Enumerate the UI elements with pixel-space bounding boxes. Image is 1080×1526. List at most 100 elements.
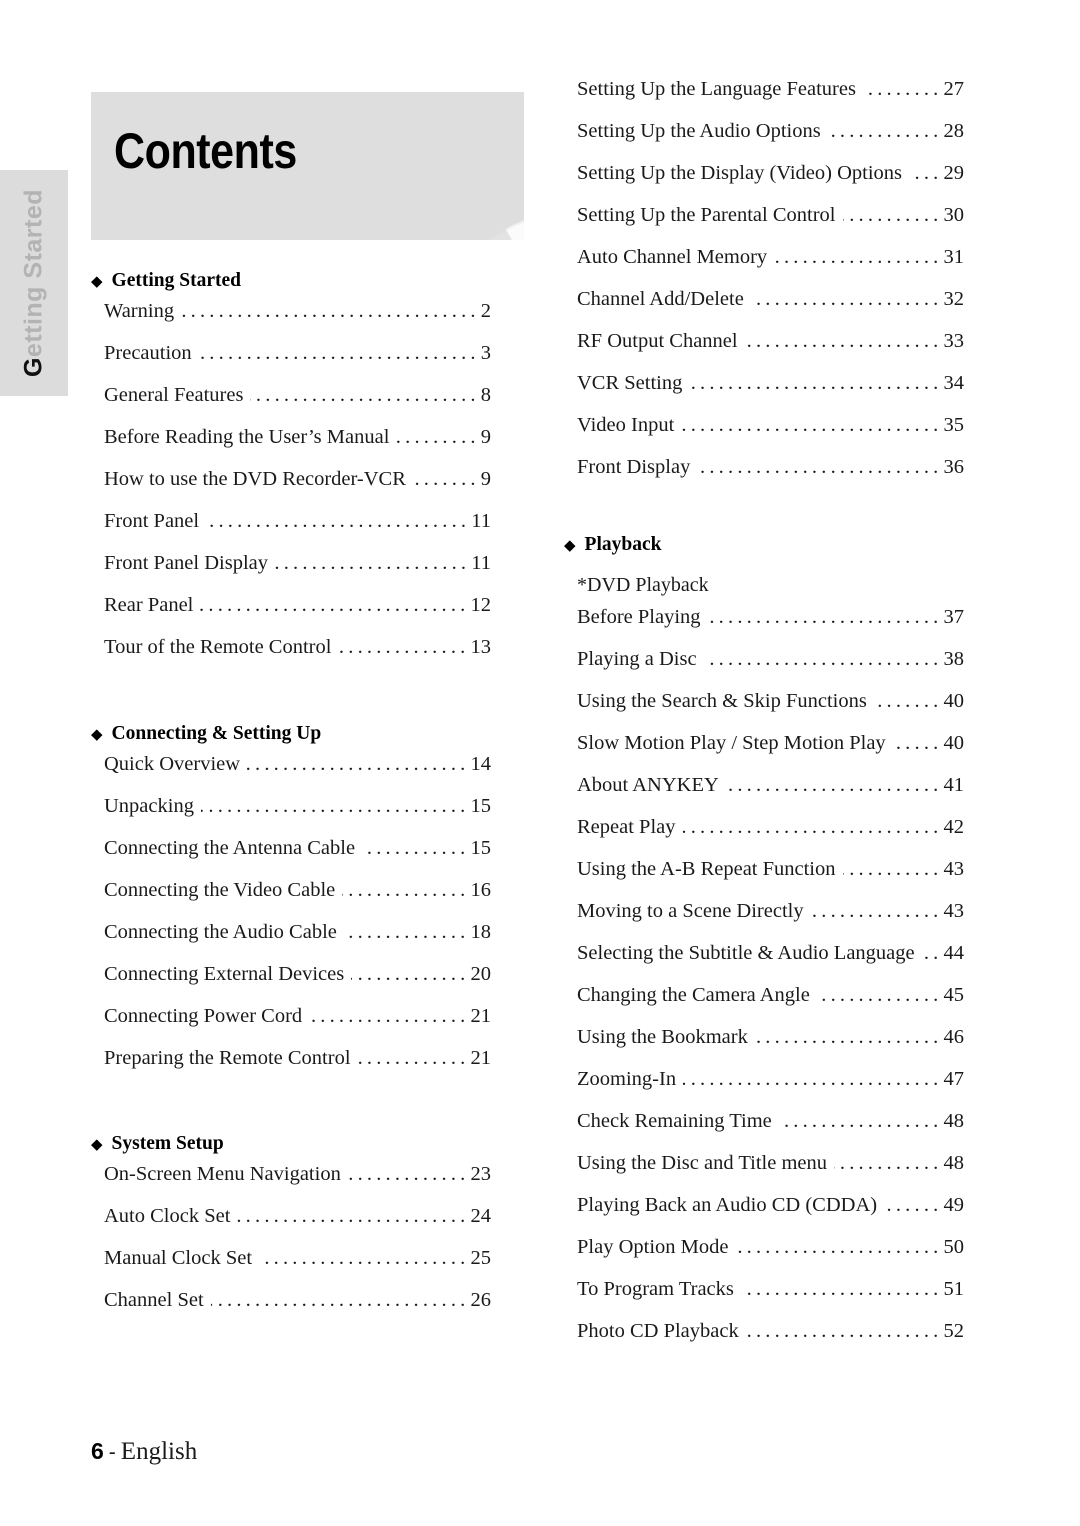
toc-entry-title: Connecting the Audio Cable (104, 921, 337, 943)
toc-entry[interactable]: Before Reading the User’s Manual........… (104, 426, 491, 468)
toc-entry[interactable]: Photo CD Playback.......................… (577, 1320, 964, 1362)
toc-entry[interactable]: Using the Disc and Title menu...........… (577, 1152, 964, 1194)
toc-entry[interactable]: Video Input.............................… (577, 414, 964, 456)
toc-entry-title: Precaution (104, 342, 192, 364)
toc-entry-page-number: 41 (943, 774, 965, 796)
toc-entry[interactable]: To Program Tracks.......................… (577, 1278, 964, 1320)
toc-dot-leader: ........................................… (343, 921, 470, 943)
toc-entry-title: Manual Clock Set (104, 1247, 253, 1269)
toc-dot-leader: ........................................… (774, 246, 943, 268)
toc-entry-title: Tour of the Remote Control (104, 636, 332, 658)
toc-entry[interactable]: About ANYKEY............................… (577, 774, 964, 816)
toc-entry[interactable]: Manual Clock Set........................… (104, 1247, 491, 1289)
toc-entry[interactable]: Connecting the Antenna Cable............… (104, 837, 491, 879)
dvd-disc-icon (443, 180, 524, 240)
toc-dot-leader: ........................................… (708, 606, 943, 628)
toc-entry[interactable]: Tour of the Remote Control..............… (104, 636, 491, 678)
toc-dot-leader: ........................................… (893, 732, 943, 754)
toc-dot-leader: ........................................… (697, 456, 943, 478)
toc-subheading: *DVD Playback (577, 574, 709, 596)
toc-entry[interactable]: Using the Bookmark......................… (577, 1026, 964, 1068)
toc-entry[interactable]: Channel Add/Delete......................… (577, 288, 964, 330)
toc-entry-title: Playing Back an Audio CD (CDDA) (577, 1194, 878, 1216)
toc-dot-leader: ........................................… (735, 1236, 943, 1258)
toc-dot-leader: ........................................… (874, 690, 943, 712)
toc-entry[interactable]: Moving to a Scene Directly..............… (577, 900, 964, 942)
toc-entry-page-number: 50 (943, 1236, 965, 1258)
toc-entry[interactable]: Setting Up the Language Features........… (577, 78, 964, 120)
toc-entry[interactable]: Front Display...........................… (577, 456, 964, 498)
toc-section-heading-label: Connecting & Setting Up (111, 723, 322, 744)
toc-entry-title: How to use the DVD Recorder-VCR (104, 468, 406, 490)
toc-entry[interactable]: Check Remaining Time....................… (577, 1110, 964, 1152)
toc-dot-leader: ........................................… (237, 1205, 470, 1227)
toc-entry-page-number: 30 (943, 204, 965, 226)
toc-entry-page-number: 40 (943, 732, 965, 754)
toc-entry[interactable]: Selecting the Subtitle & Audio Language.… (577, 942, 964, 984)
toc-entry[interactable]: Front Panel Display.....................… (104, 552, 491, 594)
toc-entry[interactable]: Unpacking...............................… (104, 795, 491, 837)
toc-dot-leader: ........................................… (745, 330, 943, 352)
toc-entry[interactable]: Setting Up the Audio Options............… (577, 120, 964, 162)
toc-entry[interactable]: Setting Up the Parental Control.........… (577, 204, 964, 246)
toc-entry-title: Using the Search & Skip Functions (577, 690, 867, 712)
toc-dot-leader: ........................................… (828, 120, 943, 142)
toc-entry[interactable]: Front Panel.............................… (104, 510, 491, 552)
toc-entry[interactable]: Auto Channel Memory.....................… (577, 246, 964, 288)
toc-dot-leader: ........................................… (357, 1047, 470, 1069)
toc-entry[interactable]: On-Screen Menu Navigation...............… (104, 1163, 491, 1205)
toc-entry[interactable]: Warning.................................… (104, 300, 491, 342)
toc-entry-title: Check Remaining Time (577, 1110, 772, 1132)
toc-entry-title: VCR Setting (577, 372, 683, 394)
toc-dot-leader: ........................................… (338, 636, 470, 658)
toc-entry-page-number: 24 (470, 1205, 492, 1227)
toc-entry[interactable]: VCR Setting.............................… (577, 372, 964, 414)
toc-entry[interactable]: Preparing the Remote Control............… (104, 1047, 491, 1089)
toc-entry-title: Playing a Disc (577, 648, 697, 670)
toc-entry[interactable]: Zooming-In..............................… (577, 1068, 964, 1110)
toc-entry[interactable]: How to use the DVD Recorder-VCR.........… (104, 468, 491, 510)
toc-entry-page-number: 18 (470, 921, 492, 943)
toc-dot-leader: ........................................… (362, 837, 470, 859)
toc-section: Setting Up the Language Features........… (564, 78, 964, 498)
toc-dot-leader: ........................................… (909, 162, 943, 184)
toc-entry[interactable]: Using the A-B Repeat Function...........… (577, 858, 964, 900)
toc-entry[interactable]: Before Playing..........................… (577, 606, 964, 648)
toc-entry-title: Moving to a Scene Directly (577, 900, 804, 922)
toc-entry[interactable]: Play Option Mode........................… (577, 1236, 964, 1278)
toc-entry[interactable]: Connecting External Devices.............… (104, 963, 491, 1005)
toc-entry-title: Connecting the Antenna Cable (104, 837, 356, 859)
toc-entry[interactable]: Connecting the Audio Cable..............… (104, 921, 491, 963)
toc-entry[interactable]: Connecting Power Cord...................… (104, 1005, 491, 1047)
toc-entry[interactable]: Changing the Camera Angle...............… (577, 984, 964, 1026)
toc-entry[interactable]: Playing Back an Audio CD (CDDA).........… (577, 1194, 964, 1236)
toc-entry[interactable]: RF Output Channel.......................… (577, 330, 964, 372)
toc-entry[interactable]: Quick Overview..........................… (104, 753, 491, 795)
toc-section-heading-label: Getting Started (111, 270, 241, 291)
toc-entry[interactable]: Connecting the Video Cable..............… (104, 879, 491, 921)
toc-entry[interactable]: Slow Motion Play / Step Motion Play.....… (577, 732, 964, 774)
toc-entry[interactable]: General Features........................… (104, 384, 491, 426)
toc-entry[interactable]: Setting Up the Display (Video) Options..… (577, 162, 964, 204)
toc-entry[interactable]: Precaution..............................… (104, 342, 491, 384)
toc-entry[interactable]: Channel Set.............................… (104, 1289, 491, 1331)
toc-entry-title: Slow Motion Play / Step Motion Play (577, 732, 886, 754)
toc-entry[interactable]: Repeat Play.............................… (577, 816, 964, 858)
toc-dot-leader: ........................................… (704, 648, 943, 670)
toc-section-heading: ◆ Playback (564, 534, 964, 564)
diamond-bullet-icon: ◆ (91, 1137, 103, 1153)
toc-entry[interactable]: Auto Clock Set..........................… (104, 1205, 491, 1247)
toc-entry-title: Auto Channel Memory (577, 246, 768, 268)
toc-entry[interactable]: Using the Search & Skip Functions.......… (577, 690, 964, 732)
toc-entry-page-number: 3 (480, 342, 491, 364)
toc-entry-page-number: 26 (470, 1289, 492, 1311)
toc-entry[interactable]: Playing a Disc..........................… (577, 648, 964, 690)
toc-entry-page-number: 36 (943, 456, 965, 478)
toc-entry-page-number: 48 (943, 1152, 965, 1174)
toc-entry[interactable]: Rear Panel..............................… (104, 594, 491, 636)
toc-entry-title: Repeat Play (577, 816, 676, 838)
toc-entry-page-number: 28 (943, 120, 965, 142)
toc-section-heading: ◆ System Setup (91, 1133, 491, 1163)
toc-dot-leader: ........................................… (275, 552, 471, 574)
toc-entry-title: Before Playing (577, 606, 701, 628)
